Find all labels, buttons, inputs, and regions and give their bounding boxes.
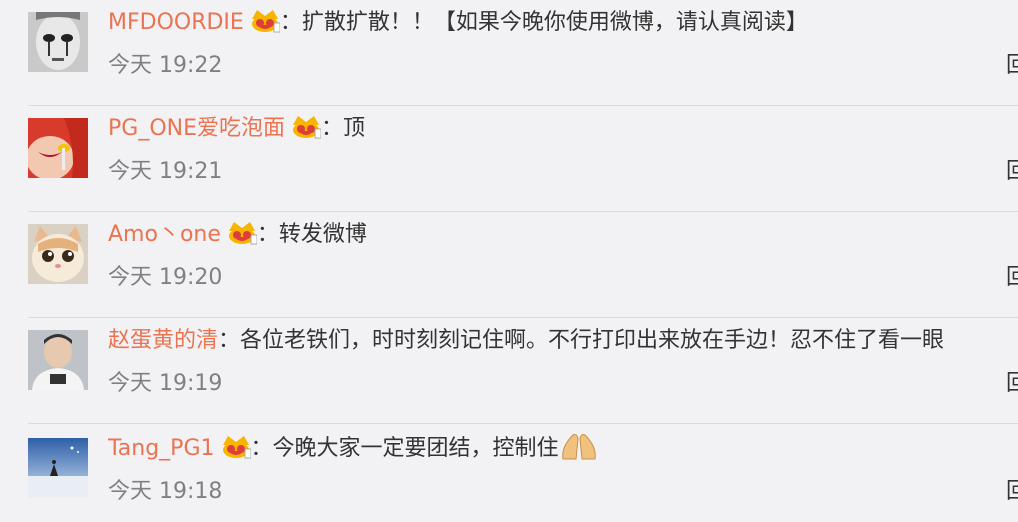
comment-item: MFDOORDIE ：扩散扩散！！【如果今晚你使用微博，请认真阅读】 今天 19:… <box>0 0 1018 106</box>
vip-crown-badge-icon <box>293 116 321 139</box>
username-link[interactable]: MFDOORDIE <box>108 10 244 35</box>
comment-item: Amo丶one ：转发微博 今天 19:20 回 <box>0 212 1018 318</box>
reply-button[interactable]: 回 <box>1006 476 1018 508</box>
reply-button[interactable]: 回 <box>1006 156 1018 188</box>
comment-text: 各位老铁们，时时刻刻记住啊。不行打印出来放在手边！忍不住了看一眼 <box>240 328 945 353</box>
reply-button[interactable]: 回 <box>1006 262 1018 294</box>
username-link[interactable]: 赵蛋黄的清 <box>108 328 218 353</box>
avatar[interactable] <box>28 12 88 72</box>
avatar[interactable] <box>28 330 88 390</box>
divider <box>28 423 1018 424</box>
comment-text: 今晚大家一定要团结，控制住 <box>272 436 559 461</box>
comment-item: PG_ONE爱吃泡面 ：顶 今天 19:21 回 <box>0 106 1018 212</box>
username-link[interactable]: Amo丶one <box>108 222 221 247</box>
colon: ： <box>250 436 273 461</box>
colon: ： <box>321 116 344 141</box>
comment-item: Tang_PG1 ：今晚大家一定要团结，控制住 今天 19:18 回 <box>0 426 1018 522</box>
vip-crown-badge-icon <box>222 436 251 459</box>
praying-hands-emoji-icon <box>561 434 596 460</box>
colon: ： <box>279 10 302 35</box>
username-link[interactable]: Tang_PG1 <box>108 436 215 461</box>
avatar[interactable] <box>28 438 88 498</box>
reply-button[interactable]: 回 <box>1006 50 1018 82</box>
vip-crown-badge-icon <box>251 10 280 33</box>
comment-text: 顶 <box>343 116 366 141</box>
comment-time: 今天 19:18 <box>108 479 223 504</box>
comment-time: 今天 19:22 <box>108 53 223 78</box>
comment-time: 今天 19:21 <box>108 159 223 184</box>
colon: ： <box>256 222 279 247</box>
comment-list: MFDOORDIE ：扩散扩散！！【如果今晚你使用微博，请认真阅读】 今天 19:… <box>0 0 1018 522</box>
username-link[interactable]: PG_ONE爱吃泡面 <box>108 116 285 141</box>
comment-time: 今天 19:20 <box>108 265 223 290</box>
colon: ： <box>218 328 241 353</box>
comment-text: 扩散扩散！！【如果今晚你使用微博，请认真阅读】 <box>301 10 808 35</box>
reply-button[interactable]: 回 <box>1006 368 1018 400</box>
avatar[interactable] <box>28 224 88 284</box>
vip-crown-badge-icon <box>228 222 257 245</box>
avatar[interactable] <box>28 118 88 178</box>
comment-item: 赵蛋黄的清：各位老铁们，时时刻刻记住啊。不行打印出来放在手边！忍不住了看一眼 今… <box>0 318 1018 424</box>
comment-time: 今天 19:19 <box>108 371 223 396</box>
comment-text: 转发微博 <box>278 222 367 247</box>
